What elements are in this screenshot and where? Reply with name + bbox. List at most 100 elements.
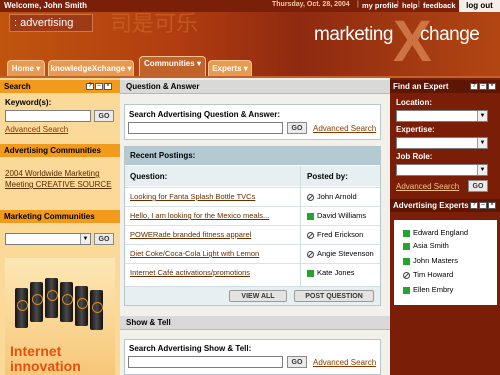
section-title: : advertising [9,14,93,32]
product-can [90,290,103,330]
expert-name: Ellen Embry [413,285,454,294]
show-tell-search-input[interactable] [128,356,283,368]
tab-communities[interactable]: Communities ▾ [139,56,206,76]
chevron-down-icon: ▾ [196,59,201,68]
question-link[interactable]: Hello, I am looking for the Mexico meals… [130,211,269,220]
panel-controls: ? – × [469,202,496,211]
qa-advanced-search-link[interactable]: Advanced Search [313,124,376,133]
tab-home-label: Home [11,64,34,73]
poster-name: Kate Jones [307,268,355,277]
dropdown-arrow-icon: ▼ [477,111,487,121]
help-icon[interactable]: ? [470,83,478,90]
poster-name-text: Fred Erickson [317,230,364,239]
separator: | [397,1,399,8]
expert-item[interactable]: Asia Smith [403,241,449,250]
minimize-icon[interactable]: – [479,83,487,90]
help-icon[interactable]: ? [86,83,94,90]
job-role-select[interactable]: ▼ [396,164,488,176]
tab-communities-label: Communities [144,59,195,68]
question-column-header: Question: [130,172,168,181]
qa-section-title: Question & Answer [120,80,390,94]
table-row: Internet Café activations/promotions Kat… [125,263,380,282]
experts-list: Edward England Asia Smith John Masters T… [394,220,497,305]
table-row: Hello, I am looking for the Mexico meals… [125,206,380,225]
help-icon[interactable]: ? [470,202,478,209]
product-can [60,282,73,322]
marketing-communities-select[interactable]: ▼ [5,233,91,245]
show-tell-section-title: Show & Tell [120,316,390,330]
postings-header-row: Question: Posted by: [125,166,380,186]
tab-experts-label: Experts [212,64,242,73]
poster-name-text: David Williams [317,211,367,220]
tab-home[interactable]: Home ▾ [7,60,45,76]
marketing-go-button[interactable]: GO [94,233,114,245]
expert-item[interactable]: Ellen Embry [403,285,453,294]
expert-go-button[interactable]: GO [468,180,488,192]
product-can [30,282,43,322]
view-all-button[interactable]: VIEW ALL [229,290,287,302]
product-can [75,286,88,326]
poster-name-text: John Arnold [317,192,357,201]
question-link[interactable]: Diet Coke/Coca-Cola Light with Lemon [130,249,259,258]
expert-item[interactable]: Edward England [403,228,468,237]
qa-go-button[interactable]: GO [287,122,307,134]
chevron-down-icon: ▾ [36,64,41,73]
question-link[interactable]: Looking for Fanta Splash Bottle TVCs [130,192,255,201]
poster-name: David Williams [307,211,366,220]
table-row: Looking for Fanta Splash Bottle TVCs Joh… [125,187,380,206]
close-icon[interactable]: × [104,83,112,90]
show-tell-go-button[interactable]: GO [287,356,307,368]
show-tell-advanced-search-link[interactable]: Advanced Search [313,358,376,367]
header-decoration: 司是可乐 [110,12,199,37]
location-label: Location: [396,98,432,107]
table-row: POWERade branded fitness apparel Fred Er… [125,225,380,244]
expert-item[interactable]: John Masters [403,256,458,265]
product-can [15,288,28,328]
expert-name: Asia Smith [413,241,449,250]
tab-knowledgexchange[interactable]: knowledgeXchange ▾ [48,60,134,76]
question-link[interactable]: Internet Café activations/promotions [130,268,250,277]
online-status-icon [307,269,314,277]
separator: | [418,1,420,8]
community-link[interactable]: 2004 Worldwide Marketing Meeting CREATIV… [5,168,117,190]
recent-postings-title: Recent Postings: [125,147,380,165]
location-select[interactable]: ▼ [396,110,488,122]
online-status-icon [403,229,410,237]
job-role-label: Job Role: [396,152,433,161]
post-question-button[interactable]: POST QUESTION [294,290,374,302]
poster-name: Angie Stevenson [307,249,374,258]
chevron-down-icon: ▾ [243,64,248,73]
keyword-search-input[interactable] [5,110,91,122]
expert-item[interactable]: Tim Howard [403,270,453,279]
advertising-communities-title: Advertising Communities [0,144,120,157]
tab-experts[interactable]: Experts ▾ [208,60,252,76]
panel-controls: ? – × [85,83,112,92]
dropdown-arrow-icon: ▼ [80,234,90,244]
expert-name: John Masters [413,256,459,265]
question-link[interactable]: POWERade branded fitness apparel [130,230,251,239]
expert-advanced-search-link[interactable]: Advanced Search [396,182,459,191]
online-status-icon [307,212,314,220]
advanced-search-link[interactable]: Advanced Search [5,125,68,134]
minimize-icon[interactable]: – [95,83,103,90]
welcome-text: Welcome, John Smith [4,1,87,10]
keyword-go-button[interactable]: GO [94,110,114,122]
poster-name: John Arnold [307,192,357,201]
brand-logo-change: change [420,24,480,45]
dropdown-arrow-icon: ▼ [477,138,487,148]
poster-name-text: Kate Jones [317,268,355,277]
keyword-label: Keyword(s): [5,98,52,107]
qa-search-input[interactable] [128,122,283,134]
logout-button[interactable]: log out [459,0,500,12]
minimize-icon[interactable]: – [479,202,487,209]
brand-logo-marketing: marketing [314,24,393,45]
expertise-select[interactable]: ▼ [396,137,488,149]
dropdown-arrow-icon: ▼ [477,165,487,175]
close-icon[interactable]: × [488,83,496,90]
poster-name-text: Angie Stevenson [317,249,374,258]
offline-status-icon [307,250,314,258]
offline-status-icon [307,193,314,201]
close-icon[interactable]: × [488,202,496,209]
expertise-label: Expertise: [396,125,435,134]
online-status-icon [403,286,410,294]
